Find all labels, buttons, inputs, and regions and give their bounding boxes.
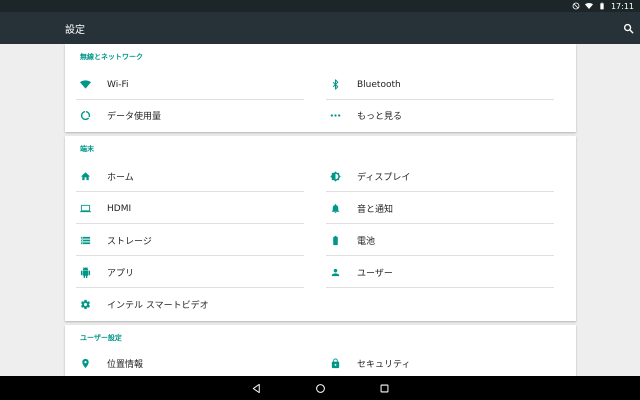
setting-label: HDMI xyxy=(107,203,132,214)
search-button[interactable] xyxy=(620,20,636,36)
setting-sound-notification[interactable]: 音と通知 xyxy=(315,193,554,224)
home-nav-icon xyxy=(315,383,325,393)
storage-icon xyxy=(80,236,90,245)
setting-wifi[interactable]: Wi-Fi xyxy=(65,69,304,100)
setting-home[interactable]: ホーム xyxy=(65,161,304,192)
card-wireless-networks: 無線とネットワーク Wi-Fi Bluetooth データ使用量 もっと見る xyxy=(65,44,576,132)
card-device: 端末 ホーム ディスプレイ HDMI 音と通知 ストレージ 電池 アプリ ユーザ… xyxy=(65,136,576,321)
search-icon xyxy=(623,23,634,34)
setting-label: ホーム xyxy=(107,173,134,183)
bell-icon xyxy=(331,204,339,214)
setting-label: 位置情報 xyxy=(107,360,144,370)
setting-label: Bluetooth xyxy=(357,79,401,90)
setting-label: 音と通知 xyxy=(357,205,394,215)
wifi-icon xyxy=(79,80,91,89)
setting-battery[interactable]: 電池 xyxy=(315,225,554,256)
gear-icon xyxy=(80,299,90,310)
setting-security[interactable]: セキュリティ xyxy=(315,348,554,376)
settings-list[interactable]: 無線とネットワーク Wi-Fi Bluetooth データ使用量 もっと見る 端… xyxy=(0,44,640,376)
battery-status-icon xyxy=(600,2,604,10)
section-title-personal: ユーザー設定 xyxy=(80,334,122,342)
brightness-icon xyxy=(329,171,341,182)
laptop-icon xyxy=(79,204,91,213)
wifi-status-icon xyxy=(584,3,593,9)
section-title-wireless: 無線とネットワーク xyxy=(80,53,143,61)
recents-icon xyxy=(380,384,388,392)
dnd-icon xyxy=(572,2,580,10)
setting-label: データ使用量 xyxy=(107,112,162,122)
card-personal: ユーザー設定 位置情報 セキュリティ xyxy=(65,325,576,376)
setting-display[interactable]: ディスプレイ xyxy=(315,161,554,192)
recents-button[interactable] xyxy=(377,381,391,395)
setting-location[interactable]: 位置情報 xyxy=(65,348,304,376)
setting-more[interactable]: もっと見る xyxy=(315,100,554,131)
bluetooth-icon xyxy=(332,79,338,90)
page-title: 設定 xyxy=(65,25,85,36)
status-time: 17:11 xyxy=(610,1,634,11)
lock-icon xyxy=(331,358,339,369)
setting-label: セキュリティ xyxy=(357,360,411,370)
setting-apps[interactable]: アプリ xyxy=(65,257,304,288)
setting-label: もっと見る xyxy=(357,112,403,122)
setting-label: ストレージ xyxy=(107,237,152,247)
back-icon xyxy=(252,383,260,393)
setting-hdmi[interactable]: HDMI xyxy=(65,193,304,224)
android-icon xyxy=(80,267,90,278)
setting-data-usage[interactable]: データ使用量 xyxy=(65,100,304,131)
setting-storage[interactable]: ストレージ xyxy=(65,225,304,256)
status-bar: 17:11 xyxy=(0,0,640,12)
setting-label: ユーザー xyxy=(357,269,393,279)
setting-bluetooth[interactable]: Bluetooth xyxy=(315,69,554,100)
app-bar: 設定 xyxy=(0,12,640,44)
setting-label: インテル スマートビデオ xyxy=(107,301,209,311)
data-usage-icon xyxy=(80,110,90,121)
section-title-device: 端末 xyxy=(80,145,94,153)
setting-label: 電池 xyxy=(357,237,376,247)
setting-users[interactable]: ユーザー xyxy=(315,257,554,288)
more-icon xyxy=(330,114,340,117)
location-icon xyxy=(81,358,89,369)
setting-intel-smart-video[interactable]: インテル スマートビデオ xyxy=(65,289,304,320)
home-icon xyxy=(80,172,90,181)
home-nav-button[interactable] xyxy=(313,381,327,395)
navigation-bar xyxy=(0,376,640,400)
setting-label: アプリ xyxy=(107,269,135,279)
setting-label: ディスプレイ xyxy=(357,173,411,183)
setting-label: Wi-Fi xyxy=(107,79,129,90)
person-icon xyxy=(331,268,339,277)
back-button[interactable] xyxy=(249,381,263,395)
battery-icon xyxy=(332,235,338,246)
